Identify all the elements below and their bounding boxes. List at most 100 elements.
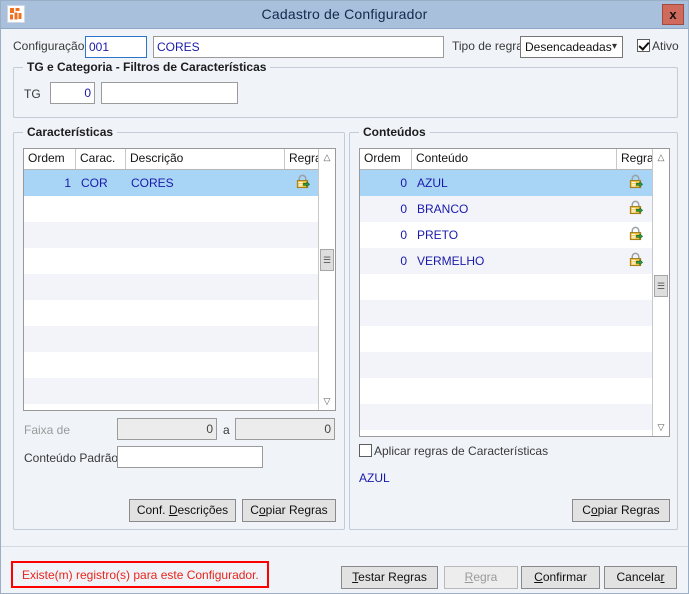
table-row-empty[interactable] — [360, 274, 669, 300]
testar-regras-button[interactable]: Testar Regras — [341, 566, 438, 589]
column-header-carac[interactable]: Carac. — [76, 149, 126, 169]
close-button[interactable]: x — [662, 4, 684, 25]
filters-group: TG e Categoria - Filtros de Característi… — [13, 60, 678, 118]
active-checkbox[interactable] — [637, 39, 650, 52]
cell-regra[interactable] — [617, 200, 653, 218]
regra-button: Regra — [444, 566, 518, 589]
aplicar-regras-checkbox-wrap[interactable]: Aplicar regras de Características — [359, 444, 548, 458]
table-row-empty[interactable] — [360, 404, 669, 430]
conteudos-grid-body: 0 AZUL 0 BRANCO 0 PRETO 0 VERMELHO — [360, 170, 669, 430]
table-row-empty[interactable] — [360, 300, 669, 326]
tg-name-input[interactable] — [101, 82, 238, 104]
conteudos-grid-header: Ordem Conteúdo Regra — [360, 149, 669, 170]
rule-type-select[interactable]: Desencadeadas ▾ — [520, 36, 623, 58]
table-row-empty[interactable] — [24, 378, 335, 404]
conteudos-scrollbar[interactable]: △ ☰ ▽ — [652, 149, 669, 436]
column-header-ordem[interactable]: Ordem — [24, 149, 76, 169]
close-icon: x — [669, 7, 677, 22]
scroll-up-icon[interactable]: △ — [319, 149, 335, 166]
cell-conteudo: VERMELHO — [417, 254, 485, 268]
caracteristicas-grid-header: Ordem Carac. Descrição Regra — [24, 149, 335, 170]
caracteristicas-grid-body: 1 COR CORES — [24, 170, 335, 410]
conteudos-group: Conteúdos Ordem Conteúdo Regra 0 AZUL 0 … — [349, 125, 678, 530]
scrollbar-thumb[interactable]: ☰ — [654, 275, 668, 297]
cell-regra[interactable] — [617, 226, 653, 244]
table-row-empty[interactable] — [24, 352, 335, 378]
caracteristicas-grid[interactable]: Ordem Carac. Descrição Regra 1 COR CORES — [23, 148, 336, 411]
table-row-empty[interactable] — [360, 378, 669, 404]
active-label: Ativo — [652, 39, 679, 53]
table-row-empty[interactable] — [24, 196, 335, 222]
table-row-empty[interactable] — [24, 300, 335, 326]
window-title: Cadastro de Configurador — [261, 6, 428, 22]
table-row[interactable]: 0 VERMELHO — [360, 248, 669, 274]
table-row[interactable]: 0 AZUL — [360, 170, 669, 196]
table-row-empty[interactable] — [360, 326, 669, 352]
column-header-regra[interactable]: Regra — [617, 149, 653, 169]
rule-type-label: Tipo de regra — [452, 39, 523, 53]
caracteristicas-scrollbar[interactable]: △ ☰ ▽ — [318, 149, 335, 410]
lock-rule-icon — [628, 226, 643, 241]
cancelar-label: Cancelar — [616, 570, 665, 584]
cell-conteudo: AZUL — [417, 176, 448, 190]
scroll-up-icon[interactable]: △ — [653, 149, 669, 166]
copiar-regras-label: Copiar Regras — [250, 503, 328, 517]
lock-rule-icon — [295, 174, 311, 189]
config-name-input[interactable] — [153, 36, 444, 58]
column-header-descricao[interactable]: Descrição — [126, 149, 285, 169]
title-bar: Cadastro de Configurador x — [1, 1, 688, 29]
conteudos-grid[interactable]: Ordem Conteúdo Regra 0 AZUL 0 BRANCO 0 P… — [359, 148, 670, 437]
table-row[interactable]: 0 BRANCO — [360, 196, 669, 222]
status-message: Existe(m) registro(s) para este Configur… — [22, 567, 259, 582]
table-row[interactable]: 1 COR CORES — [24, 170, 335, 196]
table-row-empty[interactable] — [24, 404, 335, 410]
cell-regra[interactable] — [617, 174, 653, 192]
regra-label: Regra — [464, 570, 498, 584]
conf-descricoes-label: Conf. Descrições — [136, 503, 229, 517]
cell-regra[interactable] — [617, 252, 653, 270]
table-row[interactable]: 0 PRETO — [360, 222, 669, 248]
conf-descricoes-button[interactable]: Conf. Descrições — [129, 499, 236, 522]
tg-input[interactable] — [50, 82, 95, 104]
cancelar-button[interactable]: Cancelar — [604, 566, 677, 589]
table-row-empty[interactable] — [24, 274, 335, 300]
conteudo-padrao-input[interactable] — [117, 446, 263, 468]
cell-ordem: 0 — [400, 176, 407, 190]
table-row-empty[interactable] — [24, 222, 335, 248]
caracteristicas-group: Características Ordem Carac. Descrição R… — [13, 125, 345, 530]
cell-conteudo: BRANCO — [417, 202, 469, 216]
cell-ordem: 1 — [64, 176, 71, 190]
column-header-conteudo[interactable]: Conteúdo — [412, 149, 617, 169]
tg-label: TG — [24, 87, 41, 101]
scroll-down-icon[interactable]: ▽ — [319, 393, 335, 410]
footer-divider — [1, 546, 688, 547]
status-message-box: Existe(m) registro(s) para este Configur… — [11, 561, 269, 588]
scroll-down-icon[interactable]: ▽ — [653, 419, 669, 436]
active-checkbox-wrap[interactable]: Ativo — [637, 39, 679, 53]
selected-conteudo-text: AZUL — [359, 471, 390, 485]
cell-conteudo: PRETO — [417, 228, 459, 242]
table-row-empty[interactable] — [24, 326, 335, 352]
confirmar-button[interactable]: Confirmar — [521, 566, 600, 589]
copiar-regras-label: Copiar Regras — [582, 503, 660, 517]
column-header-ordem[interactable]: Ordem — [360, 149, 412, 169]
dialog-window: Cadastro de Configurador x Configuração … — [0, 0, 689, 594]
table-row-empty[interactable] — [360, 352, 669, 378]
copiar-regras-caracteristicas-button[interactable]: Copiar Regras — [242, 499, 336, 522]
cell-regra[interactable] — [285, 174, 320, 192]
scrollbar-thumb[interactable]: ☰ — [320, 249, 334, 271]
column-header-regra[interactable]: Regra — [285, 149, 320, 169]
copiar-regras-conteudos-button[interactable]: Copiar Regras — [572, 499, 670, 522]
conteudos-group-title: Conteúdos — [359, 125, 430, 139]
config-code-input[interactable] — [85, 36, 147, 58]
faixa-ate-input[interactable] — [235, 418, 335, 440]
filters-group-title: TG e Categoria - Filtros de Característi… — [23, 60, 271, 74]
table-row-empty[interactable] — [24, 248, 335, 274]
testar-regras-label: Testar Regras — [352, 570, 427, 584]
config-label: Configuração — [13, 39, 85, 53]
lock-rule-icon — [628, 200, 643, 215]
faixa-de-input[interactable] — [117, 418, 217, 440]
aplicar-regras-checkbox[interactable] — [359, 444, 372, 457]
aplicar-regras-label: Aplicar regras de Características — [374, 444, 549, 458]
caracteristicas-group-title: Características — [23, 125, 118, 139]
